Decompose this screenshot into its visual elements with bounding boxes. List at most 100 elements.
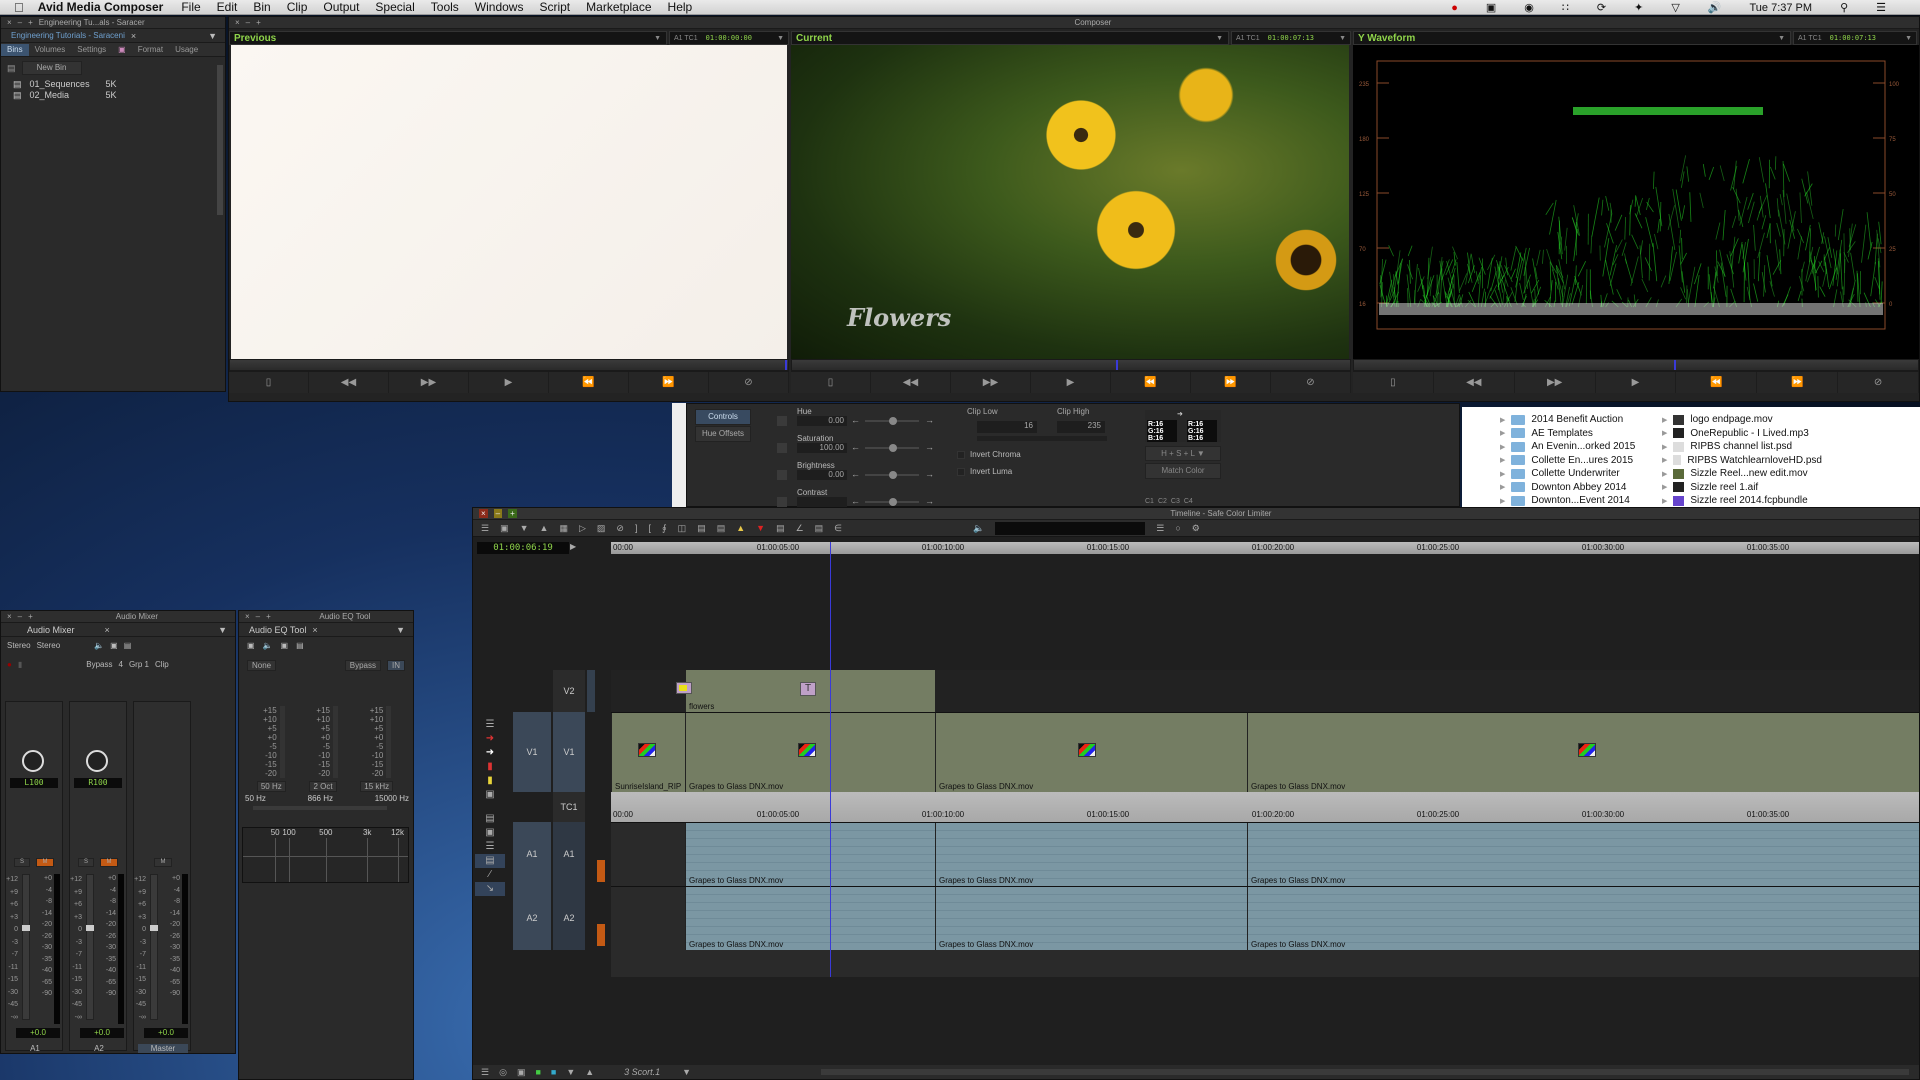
finder-folder[interactable]: ▶ Downton...Event 2014 [1500,494,1640,508]
pan-knob[interactable] [86,750,108,772]
a1-clip[interactable]: Grapes to Glass DNX.mov [935,823,1247,886]
sequence-dropdown-icon[interactable]: ▼ [682,1067,691,1077]
record-button[interactable]: ● [7,660,12,669]
mixer-view-icon[interactable]: ▣ [110,641,118,650]
current-monitor-image[interactable]: Flowers [791,45,1349,359]
menu-special[interactable]: Special [375,0,414,14]
play-icon[interactable]: ▶ [1031,372,1111,393]
clip-gain-icon[interactable]: ▤ [475,854,505,868]
add-edit-icon[interactable]: ▲ [736,523,745,533]
position-indicator[interactable] [830,542,831,977]
mark-out-icon[interactable]: ⏩ [1757,372,1839,393]
menu-bin[interactable]: Bin [253,0,270,14]
track-v1[interactable]: V1 [553,712,585,792]
channel-name[interactable]: A2 [74,1044,124,1053]
clip-high-field[interactable]: 235 [1057,421,1105,433]
param-enable[interactable] [777,443,787,453]
step-back-icon[interactable]: ◀◀ [1434,372,1515,393]
zoom-out-icon[interactable]: ▼ [566,1067,575,1077]
mute-button[interactable]: M [100,858,118,867]
finder-folder[interactable]: ▶ An Evenin...orked 2015 [1500,440,1640,454]
previous-monitor-image[interactable] [231,45,787,359]
stereo-mode-2[interactable]: Stereo [37,641,61,650]
menu-help[interactable]: Help [668,0,693,14]
finder-file[interactable]: ▶ Sizzle reel 2014.fcpbundle [1662,494,1822,508]
zoom-icon[interactable]: + [28,612,33,621]
lift-overwrite-icon[interactable]: ➜ [475,732,505,746]
a2-clip[interactable]: Grapes to Glass DNX.mov [1247,887,1919,950]
finder-folder[interactable]: ▶ Collette En...ures 2015 [1500,454,1640,468]
splice-in-icon[interactable]: ▼ [520,523,529,533]
clear-marks-icon[interactable]: ⊘ [1271,372,1351,393]
solo-button[interactable]: S [14,858,30,867]
project-menu-icon[interactable]: ▼ [208,31,217,41]
clear-marks-icon[interactable]: ⊘ [616,523,624,534]
eq-monitor-icon[interactable]: ▣ [281,641,289,650]
timeline-scrollbar[interactable] [821,1069,1909,1075]
solo-button[interactable]: S [78,858,94,867]
mixer-menu-icon[interactable]: ▼ [218,625,227,635]
toggle-display-icon[interactable]: ▣ [475,826,505,840]
volume-fader[interactable] [86,874,94,1020]
settings-icon[interactable]: ⚙ [1192,523,1200,534]
swatch-target[interactable]: R:16 G:16 B:16 [1187,420,1217,442]
timeline-ruler[interactable]: 00:00 01:00:05:00 01:00:10:00 01:00:15:00 01… [611,542,1919,554]
step-forward-icon[interactable]: ▶▶ [389,372,469,393]
zoom-icon[interactable]: + [508,509,517,518]
track-tc1[interactable]: TC1 [553,792,585,822]
close-tab-icon[interactable]: × [131,31,136,41]
zoom-icon[interactable]: + [256,18,261,27]
a1-clip[interactable]: Grapes to Glass DNX.mov [685,823,935,886]
minimize-icon[interactable]: – [246,18,250,27]
param-slider[interactable] [865,417,919,425]
volume-automation-icon[interactable]: ∕ [475,868,505,882]
bank-select[interactable]: 4 [118,660,122,669]
bin-view-icon[interactable]: ▤ [7,63,16,74]
group-select[interactable]: Grp 1 [129,660,149,669]
track-settings-icon[interactable]: ☰ [481,523,489,534]
menu-output[interactable]: Output [323,0,359,14]
master-tc-menu-icon[interactable]: ▶ [570,542,576,551]
creative-cloud-icon[interactable]: ◉ [1524,1,1534,14]
track-v2[interactable]: V2 [553,670,585,712]
increase-icon[interactable]: → [925,496,934,506]
pan-value[interactable]: L100 [10,778,58,788]
mixer-collapse-icon[interactable]: ▤ [124,641,132,650]
bluetooth-icon[interactable]: ✦ [1634,1,1643,14]
close-icon[interactable]: × [479,509,488,518]
toggle-monitor-icon[interactable]: ▣ [517,1067,526,1078]
v1-clip[interactable]: SunriseIsland_RIP [611,713,685,792]
eq-band-gain[interactable]: +15 +10 +5 +0 -5 -10 -15 -20 [259,706,285,778]
link-icon[interactable]: ▣ [475,788,505,802]
eq-range-slider[interactable] [253,806,387,810]
menu-tools[interactable]: Tools [431,0,459,14]
a2-clip[interactable]: Grapes to Glass DNX.mov [685,887,935,950]
increase-icon[interactable]: → [925,469,934,479]
c2-button[interactable]: C2 [1158,498,1167,505]
v1-clip[interactable]: Grapes to Glass DNX.mov [935,713,1247,792]
timeline-menu-icon[interactable]: ☰ [1156,523,1164,534]
eq-view-icon[interactable]: ▣ [247,641,255,650]
invert-luma-checkbox[interactable]: Invert Luma [957,467,1012,476]
previous-position-bar[interactable] [229,359,789,371]
notifications-icon[interactable]: ☰ [1876,1,1886,14]
sequence-name[interactable]: 3 Scort.1 [624,1067,672,1077]
source-track-a2[interactable]: A2 [513,886,551,950]
waveform-label[interactable]: Y Waveform ▼ [1353,31,1791,45]
step-forward-icon[interactable]: ▶▶ [1515,372,1596,393]
decrease-icon[interactable]: ← [851,442,860,452]
focus-icon[interactable]: ◎ [499,1067,507,1078]
finder-file[interactable]: ▶ Sizzle Reel...new edit.mov [1662,467,1822,481]
close-tab-icon[interactable]: × [312,625,317,635]
delete-icon[interactable]: ▮ [18,660,22,669]
mark-in-icon[interactable]: ⏪ [549,372,629,393]
zoom-icon[interactable]: + [266,612,271,621]
project-scrollbar[interactable] [217,65,223,215]
mute-button[interactable]: M [36,858,54,867]
track-a1[interactable]: A1 [553,822,585,886]
finder-file[interactable]: ▶ OneRepublic - I Lived.mp3 [1662,427,1822,441]
time-machine-icon[interactable]: ⟳ [1597,1,1606,14]
param-field[interactable] [797,497,847,507]
segment-mode-icon[interactable]: ▤ [776,523,785,534]
menu-clip[interactable]: Clip [287,0,308,14]
